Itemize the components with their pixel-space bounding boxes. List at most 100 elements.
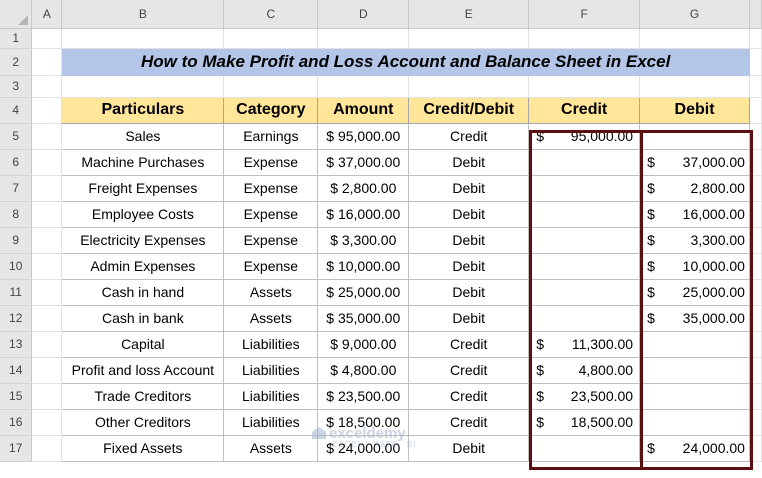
- cell-a15[interactable]: [31, 383, 63, 410]
- cell-a10[interactable]: [31, 253, 63, 280]
- cell-debit-empty[interactable]: [639, 122, 750, 150]
- column-header-b[interactable]: B: [61, 0, 225, 29]
- cell-particulars[interactable]: Freight Expenses: [61, 174, 225, 202]
- row-header-16[interactable]: 16: [0, 409, 33, 436]
- empty-cell[interactable]: [639, 75, 750, 98]
- cell-debit[interactable]: $2,800.00: [639, 174, 750, 202]
- header-credit-debit[interactable]: Credit/Debit: [408, 96, 530, 124]
- cell-particulars[interactable]: Profit and loss Account: [61, 356, 225, 384]
- cell-credit-debit[interactable]: Debit: [408, 174, 530, 202]
- cell-debit-empty[interactable]: [639, 330, 750, 358]
- column-header-d[interactable]: D: [317, 0, 410, 29]
- empty-cell[interactable]: [61, 28, 225, 49]
- cell-particulars[interactable]: Trade Creditors: [61, 382, 225, 410]
- cell-particulars[interactable]: Electricity Expenses: [61, 226, 225, 254]
- cell-amount[interactable]: $ 95,000.00: [317, 122, 410, 150]
- cell-credit-debit[interactable]: Debit: [408, 252, 530, 280]
- cell-amount[interactable]: $ 18,500.00: [317, 408, 410, 436]
- cell-credit-debit[interactable]: Debit: [408, 200, 530, 228]
- cell-credit[interactable]: $23,500.00: [528, 382, 641, 410]
- cell-credit-debit[interactable]: Debit: [408, 278, 530, 306]
- column-header-a[interactable]: A: [31, 0, 63, 29]
- column-header-g[interactable]: G: [639, 0, 750, 29]
- empty-cell[interactable]: [408, 28, 530, 49]
- empty-cell[interactable]: [223, 28, 319, 49]
- cell-particulars[interactable]: Sales: [61, 122, 225, 150]
- cell-debit[interactable]: $10,000.00: [639, 252, 750, 280]
- empty-cell[interactable]: [61, 75, 225, 98]
- cell-credit-empty[interactable]: [528, 304, 641, 332]
- cell-debit[interactable]: $24,000.00: [639, 434, 750, 462]
- cell-credit-empty[interactable]: [528, 252, 641, 280]
- cell-amount[interactable]: $ 35,000.00: [317, 304, 410, 332]
- cell-category[interactable]: Assets: [223, 434, 319, 462]
- column-header-c[interactable]: C: [223, 0, 319, 29]
- cell-category[interactable]: Expense: [223, 174, 319, 202]
- row-header-17[interactable]: 17: [0, 435, 33, 462]
- cell-category[interactable]: Earnings: [223, 122, 319, 150]
- cell-a12[interactable]: [31, 305, 63, 332]
- cell-category[interactable]: Assets: [223, 278, 319, 306]
- row-header-13[interactable]: 13: [0, 331, 33, 358]
- cell-amount[interactable]: $ 3,300.00: [317, 226, 410, 254]
- row-header-6[interactable]: 6: [0, 149, 33, 176]
- empty-cell[interactable]: [408, 75, 530, 98]
- row-header-12[interactable]: 12: [0, 305, 33, 332]
- cell-a8[interactable]: [31, 201, 63, 228]
- cell-category[interactable]: Liabilities: [223, 356, 319, 384]
- cell-a9[interactable]: [31, 227, 63, 254]
- cell-a7[interactable]: [31, 175, 63, 202]
- row-header-2[interactable]: 2: [0, 48, 33, 76]
- cell-credit-empty[interactable]: [528, 278, 641, 306]
- header-amount[interactable]: Amount: [317, 96, 410, 124]
- cell-credit-debit[interactable]: Debit: [408, 304, 530, 332]
- cell-amount[interactable]: $ 10,000.00: [317, 252, 410, 280]
- cell-a14[interactable]: [31, 357, 63, 384]
- row-header-1[interactable]: 1: [0, 28, 33, 49]
- row-header-14[interactable]: 14: [0, 357, 33, 384]
- cell-a1[interactable]: [31, 28, 63, 49]
- row-header-11[interactable]: 11: [0, 279, 33, 306]
- row-header-4[interactable]: 4: [0, 97, 33, 124]
- cell-credit-empty[interactable]: [528, 200, 641, 228]
- column-header-f[interactable]: F: [528, 0, 641, 29]
- cell-particulars[interactable]: Cash in bank: [61, 304, 225, 332]
- cell-amount[interactable]: $ 4,800.00: [317, 356, 410, 384]
- cell-credit-empty[interactable]: [528, 434, 641, 462]
- row-header-5[interactable]: 5: [0, 123, 33, 150]
- empty-cell[interactable]: [528, 75, 641, 98]
- cell-particulars[interactable]: Machine Purchases: [61, 148, 225, 176]
- cell-category[interactable]: Liabilities: [223, 382, 319, 410]
- empty-cell[interactable]: [317, 75, 410, 98]
- header-credit[interactable]: Credit: [528, 96, 641, 124]
- cell-category[interactable]: Expense: [223, 148, 319, 176]
- cell-particulars[interactable]: Cash in hand: [61, 278, 225, 306]
- select-all-corner[interactable]: [0, 0, 33, 29]
- cell-category[interactable]: Expense: [223, 200, 319, 228]
- cell-credit[interactable]: $95,000.00: [528, 122, 641, 150]
- row-header-9[interactable]: 9: [0, 227, 33, 254]
- cell-a2[interactable]: [31, 48, 63, 76]
- row-header-15[interactable]: 15: [0, 383, 33, 410]
- cell-debit[interactable]: $16,000.00: [639, 200, 750, 228]
- cell-debit[interactable]: $35,000.00: [639, 304, 750, 332]
- cell-a6[interactable]: [31, 149, 63, 176]
- cell-credit-empty[interactable]: [528, 226, 641, 254]
- cell-debit-empty[interactable]: [639, 382, 750, 410]
- cell-amount[interactable]: $ 9,000.00: [317, 330, 410, 358]
- cell-category[interactable]: Liabilities: [223, 408, 319, 436]
- cell-debit-empty[interactable]: [639, 356, 750, 384]
- cell-credit-debit[interactable]: Debit: [408, 226, 530, 254]
- cell-amount[interactable]: $ 24,000.00: [317, 434, 410, 462]
- cell-credit-debit[interactable]: Credit: [408, 356, 530, 384]
- cell-a13[interactable]: [31, 331, 63, 358]
- cell-a11[interactable]: [31, 279, 63, 306]
- cell-debit-empty[interactable]: [639, 408, 750, 436]
- row-header-8[interactable]: 8: [0, 201, 33, 228]
- cell-credit-debit[interactable]: Credit: [408, 382, 530, 410]
- cell-a4[interactable]: [31, 97, 63, 124]
- cell-credit-debit[interactable]: Credit: [408, 408, 530, 436]
- cell-credit-debit[interactable]: Debit: [408, 148, 530, 176]
- cell-credit[interactable]: $4,800.00: [528, 356, 641, 384]
- empty-cell[interactable]: [639, 28, 750, 49]
